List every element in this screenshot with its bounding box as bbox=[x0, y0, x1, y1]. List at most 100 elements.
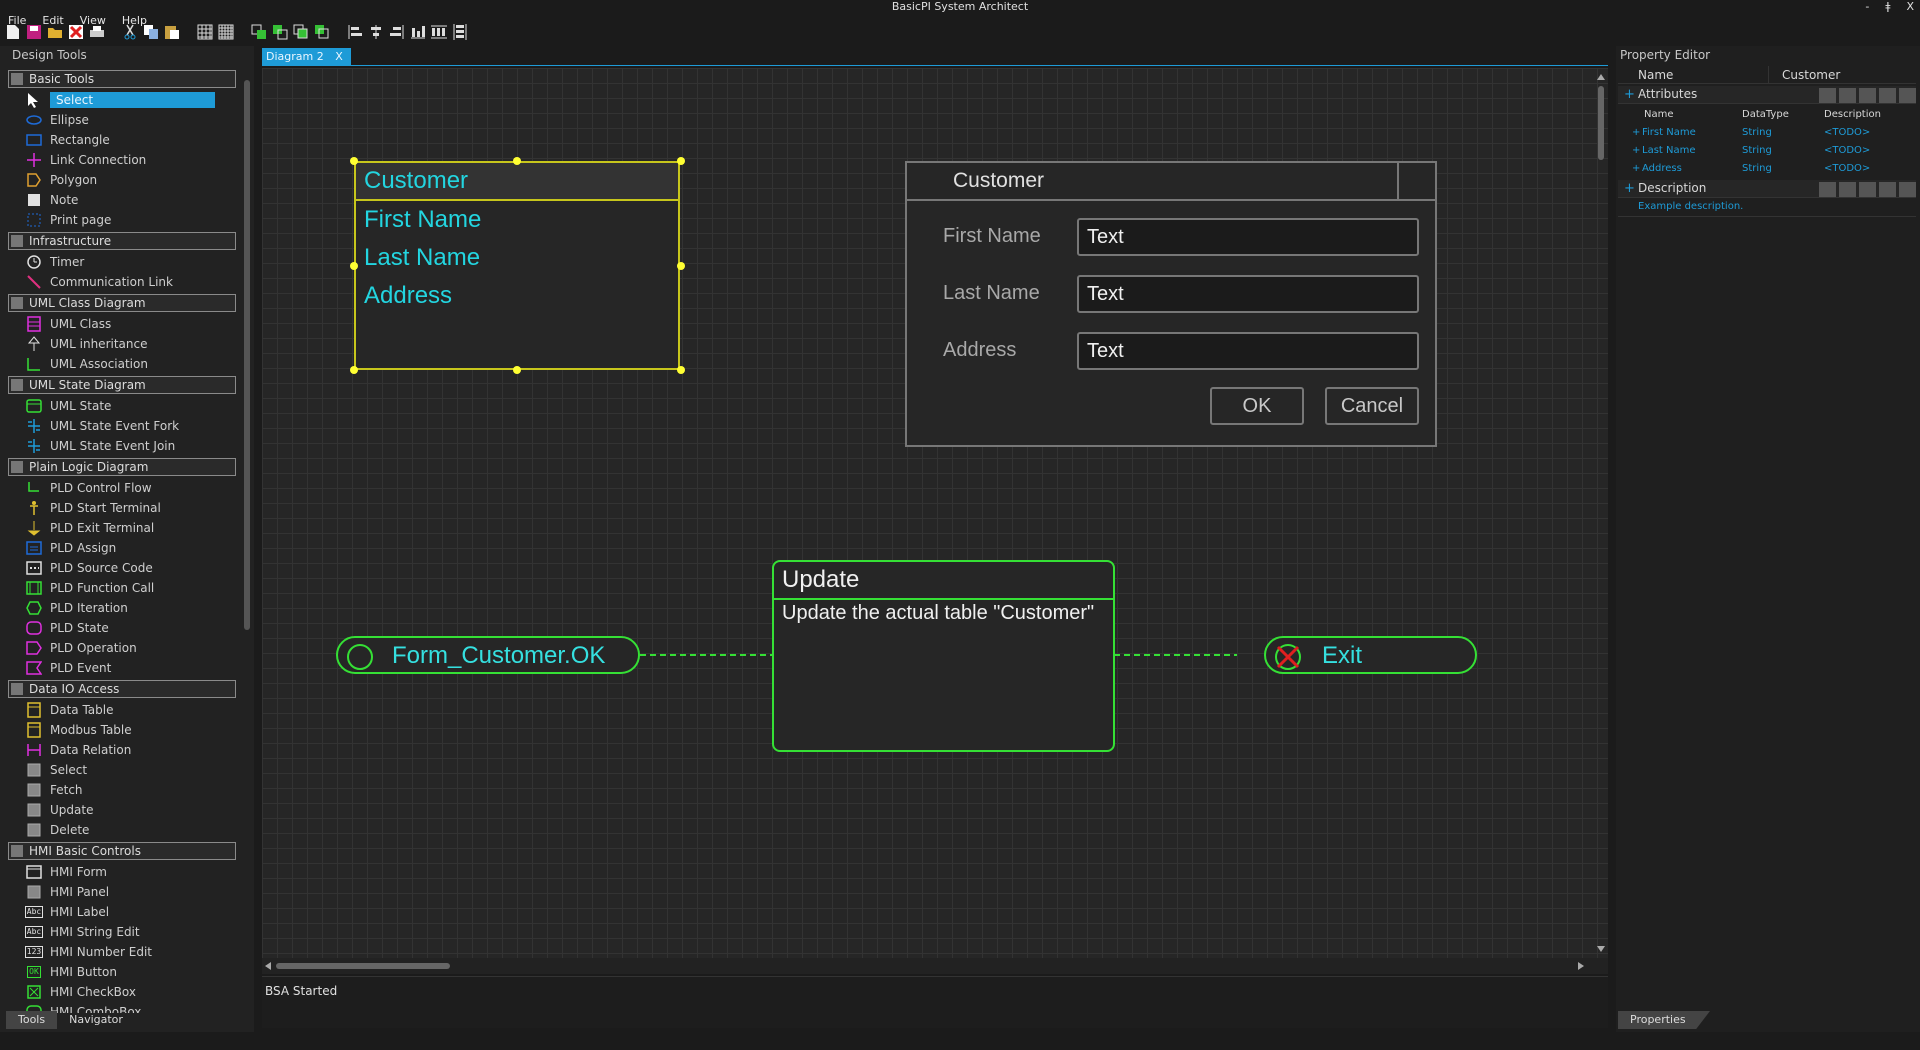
tool-item[interactable]: HMI Panel bbox=[6, 882, 238, 902]
resize-handle[interactable] bbox=[677, 157, 685, 165]
collapse-icon[interactable] bbox=[11, 461, 23, 473]
tool-item[interactable]: 123 HMI Number Edit bbox=[6, 942, 238, 962]
add-attribute-button[interactable] bbox=[1819, 88, 1836, 103]
tool-item[interactable]: Communication Link bbox=[6, 272, 238, 292]
tool-item[interactable]: Note bbox=[6, 190, 238, 210]
tool-item[interactable]: PLD Start Terminal bbox=[6, 498, 238, 518]
expand-icon[interactable]: + bbox=[1632, 145, 1640, 156]
move-up-button[interactable] bbox=[1859, 88, 1876, 103]
tool-item[interactable]: Ellipse bbox=[6, 110, 238, 130]
tool-group-header[interactable]: UML Class Diagram bbox=[8, 294, 236, 312]
edit-attribute-button[interactable] bbox=[1899, 88, 1916, 103]
form-close-box[interactable] bbox=[1397, 163, 1435, 201]
paste-icon[interactable] bbox=[163, 24, 180, 41]
pld-start-terminal[interactable]: Form_Customer.OK bbox=[336, 636, 640, 674]
distribute-v-icon[interactable] bbox=[451, 24, 468, 41]
description-section[interactable]: + Description bbox=[1618, 180, 1916, 198]
tool-item[interactable]: Modbus Table bbox=[6, 720, 238, 740]
section-button[interactable] bbox=[1859, 182, 1876, 197]
tool-item[interactable]: PLD Source Code bbox=[6, 558, 238, 578]
tool-item[interactable]: Polygon bbox=[6, 170, 238, 190]
tool-group-header[interactable]: Plain Logic Diagram bbox=[8, 458, 236, 476]
bring-forward-icon[interactable] bbox=[292, 24, 309, 41]
expand-icon[interactable]: + bbox=[1632, 127, 1640, 138]
collapse-icon[interactable] bbox=[11, 297, 23, 309]
resize-handle[interactable] bbox=[350, 157, 358, 165]
tool-item[interactable]: Data Table bbox=[6, 700, 238, 720]
tab-diagram-2[interactable]: Diagram 2 X bbox=[262, 48, 351, 65]
expand-icon[interactable]: + bbox=[1624, 87, 1635, 102]
expand-icon[interactable]: + bbox=[1624, 181, 1635, 196]
name-value[interactable]: Customer bbox=[1782, 68, 1840, 82]
cancel-button[interactable]: Cancel bbox=[1325, 387, 1419, 425]
ok-button[interactable]: OK bbox=[1210, 387, 1304, 425]
tool-item[interactable]: Delete bbox=[6, 820, 238, 840]
tool-item[interactable]: UML State Event Fork bbox=[6, 416, 238, 436]
collapse-icon[interactable] bbox=[11, 235, 23, 247]
tab-tools[interactable]: Tools bbox=[6, 1011, 58, 1029]
resize-handle[interactable] bbox=[513, 366, 521, 374]
tool-item[interactable]: PLD Function Call bbox=[6, 578, 238, 598]
tool-item[interactable]: PLD Control Flow bbox=[6, 478, 238, 498]
collapse-icon[interactable] bbox=[11, 73, 23, 85]
expand-icon[interactable]: + bbox=[1632, 163, 1640, 174]
description-row[interactable]: Example description. bbox=[1618, 201, 1916, 217]
close-button[interactable]: X bbox=[1906, 0, 1914, 14]
remove-attribute-button[interactable] bbox=[1839, 88, 1856, 103]
diagram-canvas[interactable]: Customer First Name Last Name Address Cu… bbox=[262, 68, 1608, 966]
tool-item[interactable]: Select bbox=[6, 90, 238, 110]
print-icon[interactable] bbox=[88, 24, 105, 41]
collapse-icon[interactable] bbox=[11, 379, 23, 391]
hmi-form-customer[interactable]: Customer First Name Text Last Name Text … bbox=[905, 161, 1437, 447]
resize-handle[interactable] bbox=[350, 366, 358, 374]
send-backward-icon[interactable] bbox=[313, 24, 330, 41]
grid-snap-icon[interactable] bbox=[217, 24, 234, 41]
tool-item[interactable]: PLD Exit Terminal bbox=[6, 518, 238, 538]
open-icon[interactable] bbox=[46, 24, 63, 41]
resize-handle[interactable] bbox=[513, 157, 521, 165]
tool-item[interactable]: UML inheritance bbox=[6, 334, 238, 354]
copy-icon[interactable] bbox=[142, 24, 159, 41]
tool-item[interactable]: UML Association bbox=[6, 354, 238, 374]
tool-item[interactable]: Select bbox=[6, 760, 238, 780]
tool-item[interactable]: OK HMI Button bbox=[6, 962, 238, 982]
move-down-button[interactable] bbox=[1879, 88, 1896, 103]
tool-group-header[interactable]: Basic Tools bbox=[8, 70, 236, 88]
close-icon[interactable]: X bbox=[335, 50, 343, 63]
section-button[interactable] bbox=[1899, 182, 1916, 197]
canvas-vertical-scrollbar[interactable] bbox=[1594, 68, 1608, 958]
attribute-row[interactable]: + First Name String <TODO> bbox=[1618, 127, 1916, 141]
tool-item[interactable]: HMI Form bbox=[6, 862, 238, 882]
pld-operation-update[interactable]: Update Update the actual table "Customer… bbox=[772, 560, 1115, 752]
align-right-icon[interactable] bbox=[388, 24, 405, 41]
canvas-horizontal-scrollbar[interactable] bbox=[262, 958, 1608, 974]
send-back-icon[interactable] bbox=[271, 24, 288, 41]
tool-item[interactable]: PLD Event bbox=[6, 658, 238, 678]
first-name-field[interactable]: Text bbox=[1077, 218, 1419, 256]
last-name-field[interactable]: Text bbox=[1077, 275, 1419, 313]
tool-item[interactable]: Timer bbox=[6, 252, 238, 272]
minimize-button[interactable]: - bbox=[1865, 0, 1869, 14]
tool-item[interactable]: Link Connection bbox=[6, 150, 238, 170]
tool-item[interactable]: Update bbox=[6, 800, 238, 820]
align-bottom-icon[interactable] bbox=[409, 24, 426, 41]
resize-handle[interactable] bbox=[350, 262, 358, 270]
resize-handle[interactable] bbox=[677, 366, 685, 374]
tool-item[interactable]: Abc HMI String Edit bbox=[6, 922, 238, 942]
tool-item[interactable]: PLD State bbox=[6, 618, 238, 638]
tab-navigator[interactable]: Navigator bbox=[57, 1011, 135, 1029]
new-icon[interactable] bbox=[4, 24, 21, 41]
tool-item[interactable]: Rectangle bbox=[6, 130, 238, 150]
align-left-icon[interactable] bbox=[346, 24, 363, 41]
grid-icon[interactable] bbox=[196, 24, 213, 41]
tool-group-header[interactable]: HMI Basic Controls bbox=[8, 842, 236, 860]
resize-handle[interactable] bbox=[677, 262, 685, 270]
bring-front-icon[interactable] bbox=[250, 24, 267, 41]
tool-item[interactable]: Print page bbox=[6, 210, 238, 230]
tool-item[interactable]: Abc HMI Label bbox=[6, 902, 238, 922]
maximize-button[interactable]: ǂ bbox=[1885, 0, 1890, 14]
tool-item[interactable]: Data Relation bbox=[6, 740, 238, 760]
distribute-h-icon[interactable] bbox=[430, 24, 447, 41]
tool-item[interactable]: PLD Iteration bbox=[6, 598, 238, 618]
attributes-section[interactable]: + Attributes bbox=[1618, 86, 1916, 104]
